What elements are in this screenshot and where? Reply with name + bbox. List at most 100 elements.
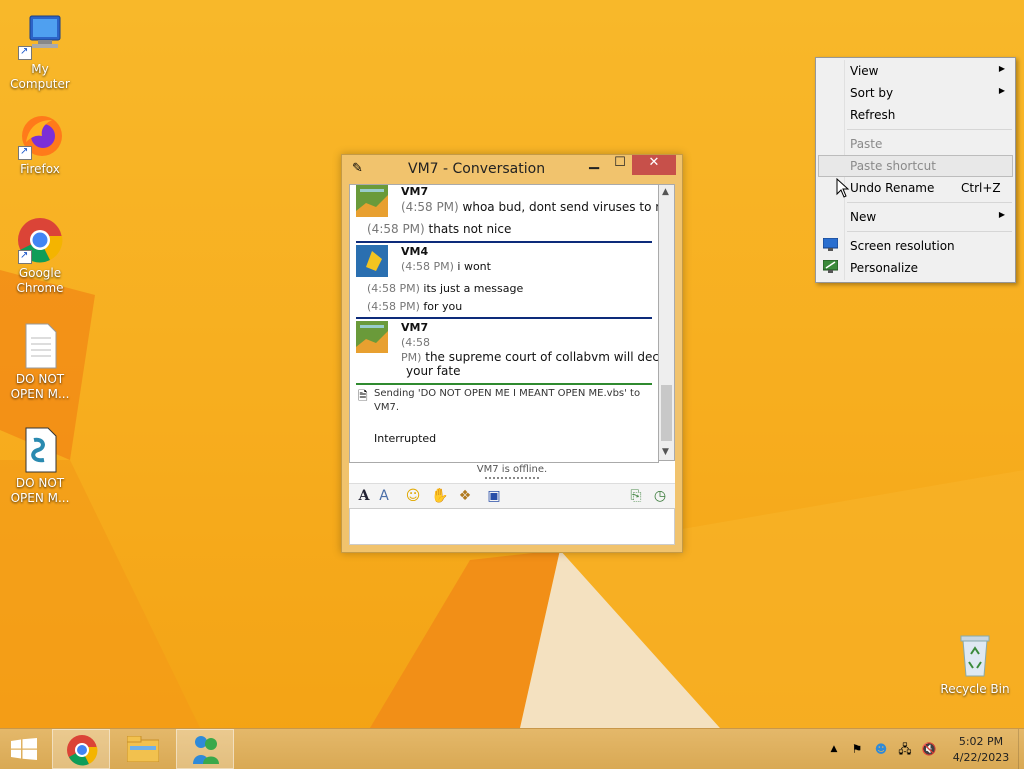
font-color-icon[interactable]: A [375,487,393,505]
submenu-arrow-icon: ▶ [998,64,1005,73]
sender-name: VM7 [401,321,429,334]
submenu-arrow-icon: ▶ [998,86,1005,95]
minimize-button[interactable]: ▁ [582,155,606,175]
script-file-icon [16,426,64,474]
menu-item-paste-shortcut[interactable]: Paste shortcut [818,155,1013,177]
chrome-icon [67,735,98,766]
icon-label: DO NOT OPEN M... [10,372,70,401]
menu-item-paste[interactable]: Paste [818,133,1013,155]
folder-icon [127,736,159,762]
send-file-icon[interactable]: ⎘ [627,487,645,505]
menu-item-sort-by[interactable]: Sort by ▶ [818,82,1013,104]
chrome-icon [16,216,64,264]
do-not-open-script-file[interactable]: DO NOT OPEN M... [0,426,80,506]
taskbar-messenger[interactable] [176,729,234,769]
menu-shortcut: Ctrl+Z [961,181,1001,195]
transfer-line: Sending 'DO NOT OPEN ME I MEANT OPEN ME.… [374,388,641,399]
recycle-bin-icon [951,632,999,680]
menu-item-screen-resolution[interactable]: Screen resolution [818,235,1013,257]
compose-toolbar: A A ☺ ✋ ❖ ▣ ⎘ ◷ [349,483,675,509]
scroll-thumb[interactable] [661,385,672,441]
nudge-icon[interactable]: ✋ [431,487,449,505]
message-line: (4:58 PM) its just a message [367,282,524,295]
window-body: VM7 (4:58 PM) whoa bud, dont send viruse… [349,184,675,545]
clock-time: 5:02 PM [958,735,1004,748]
desktop-context-menu: View ▶ Sort by ▶ Refresh Paste Paste sho… [815,57,1016,283]
save-icon[interactable]: ▣ [485,487,503,505]
recycle-bin[interactable]: Recycle Bin [935,632,1015,697]
avatar [356,185,388,217]
do-not-open-text-file[interactable]: DO NOT OPEN M... [0,322,80,402]
mouse-cursor-icon [836,178,850,198]
message-block: VM4 (4:58 PM) i wont (4:58 PM) its just … [356,245,652,315]
icon-label: Recycle Bin [940,682,1010,696]
icon-label: Firefox [20,162,60,176]
computer-icon [16,12,64,60]
message-history[interactable]: VM7 (4:58 PM) whoa bud, dont send viruse… [349,184,659,463]
message-input[interactable] [349,508,675,545]
font-icon[interactable]: A [355,487,373,505]
firefox-shortcut[interactable]: Firefox [0,112,80,177]
action-center-flag-icon[interactable]: ⚑ [849,741,865,757]
menu-item-view[interactable]: View ▶ [818,60,1013,82]
network-icon[interactable]: 🖧 [897,741,913,757]
message-line: PM) the supreme court of collabvm will d… [401,350,659,364]
volume-muted-icon[interactable]: 🔇 [921,741,937,757]
scroll-down-icon[interactable]: ▼ [662,447,669,457]
history-icon[interactable]: ◷ [651,487,669,505]
message-line: your fate [406,364,461,378]
menu-separator [847,129,1012,130]
menu-separator [847,231,1012,232]
messenger-icon [193,736,219,764]
submenu-arrow-icon: ▶ [998,210,1005,219]
menu-item-refresh[interactable]: Refresh [818,104,1013,126]
message-block: VM7 (4:58 PM) the supreme court of colla… [356,321,658,381]
sender-name: VM7 [401,185,429,198]
personalize-icon [823,260,838,273]
google-chrome-shortcut[interactable]: GoogleChrome [0,216,80,296]
taskbar-file-explorer[interactable] [114,729,172,769]
avatar [356,245,388,277]
icon-label: Google Chrome [16,266,64,295]
start-button[interactable] [0,729,48,769]
close-button[interactable]: ✕ [632,155,676,175]
menu-separator [847,202,1012,203]
message-line: (4:58 PM) whoa bud, dont send viruses to… [401,200,659,214]
transfer-line: VM7. [374,402,400,413]
taskbar-chrome[interactable] [52,729,110,769]
taskbar: ▲ ⚑ ☻ 🖧 🔇 5:02 PM 4/22/2023 [0,728,1024,769]
resize-grip[interactable] [485,477,539,482]
maximize-button[interactable]: ☐ [608,155,632,175]
icon-label: My Computer [10,62,70,91]
menu-item-new[interactable]: New ▶ [818,206,1013,228]
message-line: (4:58 PM) thats not nice [367,222,512,236]
display-icon [823,238,838,251]
file-icon: 🗎 [358,389,368,403]
message-line: (4:58 PM) for you [367,300,463,313]
conversation-window[interactable]: ✎ VM7 - Conversation ▁ ☐ ✕ VM7 (4:58 PM)… [341,154,683,553]
message-scrollbar[interactable]: ▲ ▼ [658,184,675,461]
window-titlebar[interactable]: ✎ VM7 - Conversation ▁ ☐ ✕ [342,155,682,183]
clock-date: 4/22/2023 [952,751,1010,764]
system-clock[interactable]: 5:02 PM 4/22/2023 [946,734,1016,766]
transfer-separator [356,383,652,385]
messenger-icon: ✎ [352,161,363,176]
show-hidden-icons-icon[interactable]: ▲ [826,741,842,757]
wink-icon[interactable]: ❖ [456,487,474,505]
firefox-icon [16,112,64,160]
transfer-status: Interrupted [374,432,437,445]
message-separator [356,317,652,319]
avatar [356,321,388,353]
my-computer-shortcut[interactable]: My Computer [0,12,80,92]
menu-item-personalize[interactable]: Personalize [818,257,1013,279]
show-desktop-button[interactable] [1018,729,1024,769]
windows-logo-icon [11,738,37,760]
text-file-icon [16,322,64,370]
message-line: (4:58 [401,336,430,349]
window-title: VM7 - Conversation [408,161,546,177]
icon-label: DO NOT OPEN M... [10,476,70,505]
contact-status: VM7 is offline. [476,464,548,475]
emoticon-icon[interactable]: ☺ [404,487,422,505]
scroll-up-icon[interactable]: ▲ [662,187,669,197]
messenger-tray-icon[interactable]: ☻ [873,741,889,757]
